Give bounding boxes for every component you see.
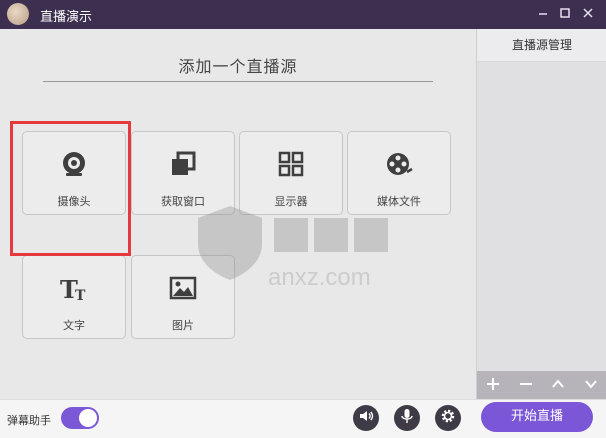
maximize-icon[interactable] [557,5,573,21]
settings-button[interactable] [435,405,461,431]
app-avatar [7,3,29,25]
panel-title: 直播源管理 [477,29,606,62]
source-tile-window[interactable]: 获取窗口 [131,131,235,215]
source-tile-display[interactable]: 显示器 [239,131,343,215]
window-title: 直播演示 [40,10,93,25]
source-label-display: 显示器 [274,195,308,208]
watermark-text: anxz.com [268,264,371,291]
bottom-bar: 弹幕助手 开始直播 [0,399,606,438]
selection-highlight [10,121,131,256]
text-icon: T T [23,274,125,302]
toggle-knob [79,409,97,427]
source-manager-panel: 直播源管理 [476,29,606,399]
source-label-media: 媒体文件 [377,195,421,208]
start-live-button[interactable]: 开始直播 [481,402,593,432]
title-divider [43,81,433,82]
microphone-button[interactable] [394,405,420,431]
title-bar: 直播演示 [0,0,606,29]
panel-toolbar [477,371,606,399]
display-grid-icon [240,150,342,178]
source-label-image: 图片 [172,319,194,332]
source-tile-text[interactable]: T T 文字 [22,255,126,339]
close-icon[interactable] [580,5,596,21]
source-picker-area: 添加一个直播源 摄像头 获取窗口 显示器 媒体文件 T T 文字 图片 anxz… [0,29,476,399]
remove-icon[interactable] [516,377,536,394]
move-up-icon[interactable] [548,377,568,394]
microphone-icon [399,408,415,428]
source-tile-media[interactable]: 媒体文件 [347,131,451,215]
section-title: 添加一个直播源 [178,57,298,76]
minimize-icon[interactable] [535,5,551,21]
danmaku-toggle[interactable] [61,407,99,429]
media-file-icon [348,150,450,178]
speaker-button[interactable] [353,405,379,431]
gear-icon [440,408,456,428]
source-label-text: 文字 [63,319,85,332]
image-icon [132,274,234,302]
svg-text:T: T [75,288,86,302]
move-down-icon[interactable] [581,377,601,394]
window-capture-icon [132,150,234,178]
danmaku-label: 弹幕助手 [7,414,51,427]
source-label-window: 获取窗口 [161,195,205,208]
source-tile-image[interactable]: 图片 [131,255,235,339]
speaker-icon [358,408,374,428]
add-icon[interactable] [483,377,503,394]
